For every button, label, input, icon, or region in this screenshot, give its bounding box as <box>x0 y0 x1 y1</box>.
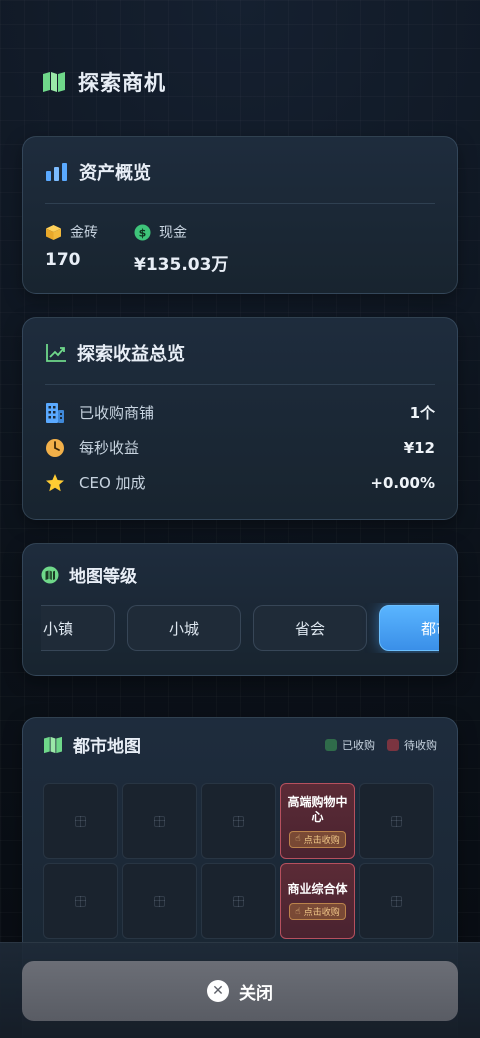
footer-bar: ✕ 关闭 <box>0 942 480 1038</box>
divider <box>45 203 435 204</box>
empty-lot-icon <box>75 895 86 907</box>
level-pill-town[interactable]: 小镇 <box>41 605 115 651</box>
map-cell-empty <box>201 863 276 939</box>
map-cell-shop-complex[interactable]: 商业综合体 ☝ 点击收购 <box>280 863 355 939</box>
divider <box>45 384 435 385</box>
shop-name: 商业综合体 <box>287 882 348 896</box>
svg-text:$: $ <box>139 226 147 239</box>
close-label: 关闭 <box>239 983 273 1004</box>
map-cell-empty <box>43 783 118 859</box>
map-level-title: 地图等级 <box>69 567 137 587</box>
map-legend: 已收购 待收购 <box>325 737 437 753</box>
level-pill-provincial-capital[interactable]: 省会 <box>253 605 367 651</box>
hand-pointer-icon: ☝ <box>295 834 301 844</box>
dollar-coin-icon: $ <box>134 224 151 240</box>
acquired-shops-value: 1个 <box>409 404 435 422</box>
map-icon <box>44 736 62 753</box>
empty-lot-icon <box>75 815 86 827</box>
level-pill-small-city[interactable]: 小城 <box>127 605 241 651</box>
ceo-bonus-row: CEO 加成 +0.00% <box>45 465 435 500</box>
close-button[interactable]: ✕ 关闭 <box>22 961 458 1021</box>
ceo-bonus-value: +0.00% <box>370 473 435 492</box>
city-map-title: 都市地图 <box>73 737 141 757</box>
acquired-shops-label: 已收购商铺 <box>79 404 155 422</box>
star-icon <box>46 473 64 491</box>
ceo-bonus-label: CEO 加成 <box>79 474 146 492</box>
map-icon <box>43 72 65 92</box>
earnings-overview-title: 探索收益总览 <box>77 344 185 365</box>
city-map-grid: 高端购物中心 ☝ 点击收购 商业综合体 ☝ 点击收购 <box>43 783 437 939</box>
hand-pointer-icon: ☝ <box>295 906 301 917</box>
close-icon: ✕ <box>207 980 229 1002</box>
buy-tag-label: 点击收购 <box>303 835 340 846</box>
empty-lot-icon <box>233 895 244 907</box>
page-title: 探索商机 <box>78 71 166 95</box>
map-badge-icon <box>41 566 59 583</box>
gold-box-icon <box>46 224 61 240</box>
cash-stat: $ 现金 ¥135.03万 <box>134 222 228 275</box>
level-pill-metropolis[interactable]: 都市 <box>379 605 439 651</box>
trend-chart-icon <box>46 344 66 362</box>
empty-lot-icon <box>154 815 165 827</box>
map-cell-empty <box>122 783 197 859</box>
map-cell-empty <box>359 783 434 859</box>
clock-icon <box>46 438 64 457</box>
gold-label: 金砖 <box>70 225 98 241</box>
page-header: 探索商机 <box>42 66 166 98</box>
cash-value: ¥135.03万 <box>134 255 229 275</box>
asset-overview-card: 资产概览 金砖 170 $ 现金 ¥135.03万 <box>22 136 458 294</box>
income-per-second-value: ¥12 <box>403 438 435 457</box>
gold-value: 170 <box>45 250 81 270</box>
empty-lot-icon <box>391 815 402 827</box>
buy-tag-label: 点击收购 <box>303 908 340 918</box>
map-cell-empty <box>201 783 276 859</box>
buy-tag[interactable]: ☝ 点击收购 <box>289 903 346 920</box>
empty-lot-icon <box>154 895 165 907</box>
legend-acquired-label: 已收购 <box>342 738 375 752</box>
income-per-second-label: 每秒收益 <box>79 439 140 457</box>
empty-lot-icon <box>233 815 244 827</box>
asset-overview-title: 资产概览 <box>79 163 151 184</box>
buy-tag[interactable]: ☝ 点击收购 <box>289 830 346 848</box>
acquired-swatch <box>325 738 337 751</box>
pending-swatch <box>387 738 399 751</box>
empty-lot-icon <box>391 895 402 907</box>
map-cell-empty <box>43 863 118 939</box>
map-cell-empty <box>122 863 197 939</box>
earnings-overview-card: 探索收益总览 已收购商铺 1个 每秒收益 ¥12 CEO 加成 +0.00% <box>22 317 458 520</box>
income-per-second-row: 每秒收益 ¥12 <box>45 430 435 465</box>
map-level-card: 地图等级 小镇 小城 省会 都市 <box>22 543 458 676</box>
level-scroller[interactable]: 小镇 小城 省会 都市 <box>41 603 439 653</box>
shop-name: 高端购物中心 <box>287 794 348 824</box>
bar-chart-icon <box>46 163 67 181</box>
map-cell-shop-mall[interactable]: 高端购物中心 ☝ 点击收购 <box>280 783 355 859</box>
legend-pending-label: 待收购 <box>404 738 437 752</box>
map-cell-empty <box>359 863 434 939</box>
building-icon <box>46 402 64 423</box>
cash-label: 现金 <box>159 225 187 241</box>
acquired-shops-row: 已收购商铺 1个 <box>45 395 435 430</box>
gold-stat: 金砖 170 <box>45 222 98 275</box>
